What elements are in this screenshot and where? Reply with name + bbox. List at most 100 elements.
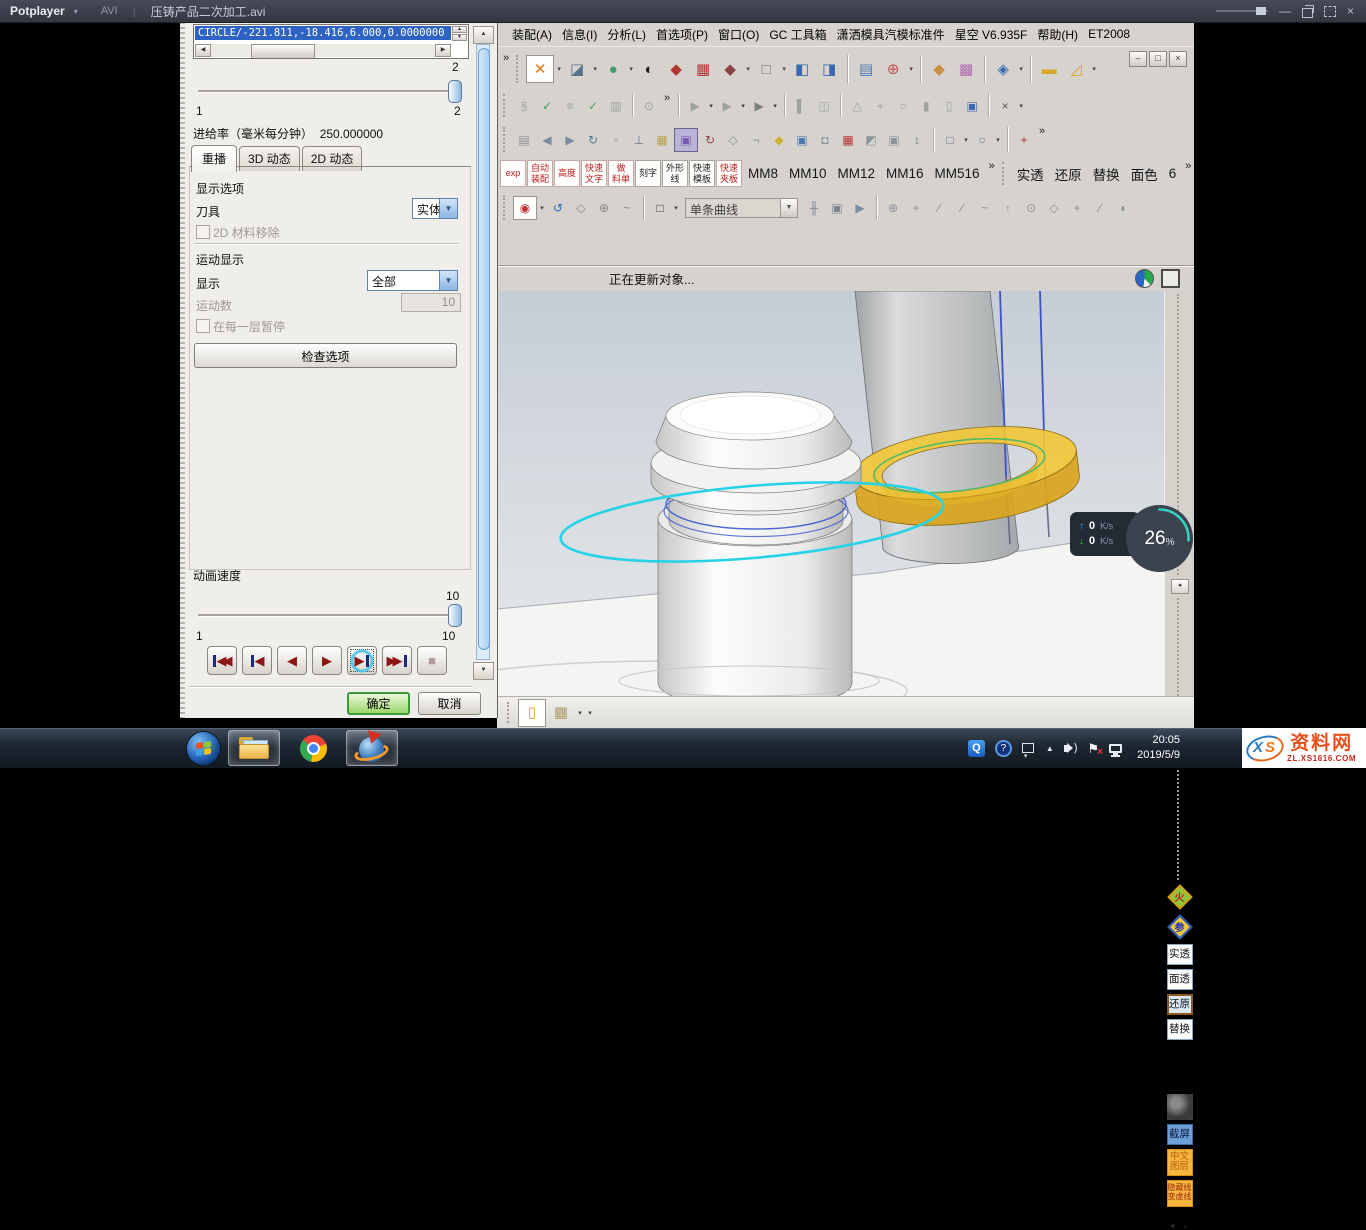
mm8-button[interactable]: MM8 xyxy=(743,166,783,181)
bounded-box-icon[interactable]: ▣ xyxy=(674,128,698,152)
rotate-view-icon[interactable]: ↻ xyxy=(582,129,604,151)
dialog-scrollbar-thumb[interactable] xyxy=(478,48,490,650)
restore-icon[interactable] xyxy=(1302,8,1313,18)
restore-side-button[interactable]: 还原 xyxy=(1167,994,1193,1015)
books-icon[interactable]: ▥ xyxy=(605,95,627,117)
jug-icon[interactable]: ◘ xyxy=(814,129,836,151)
verify-wrench-icon[interactable]: ✓ xyxy=(582,95,604,117)
snap-slash-icon[interactable]: ∕ xyxy=(1089,197,1111,219)
gauge-pair-icon[interactable]: ▌ xyxy=(790,95,812,117)
red-box-icon[interactable]: ▦ xyxy=(837,129,859,151)
menu-item[interactable]: 帮助(H) xyxy=(1032,24,1083,45)
dialog-scroll-down-icon[interactable]: ▼ xyxy=(473,662,494,680)
overflow-chevron[interactable]: » xyxy=(1039,122,1045,137)
funnel-out-icon[interactable]: ▶ xyxy=(716,95,738,117)
engrave-button[interactable]: 刻字 xyxy=(635,160,661,187)
operation-list-icon[interactable]: ≡ xyxy=(559,95,581,117)
selection-scope-combo[interactable]: 单条曲线▼ xyxy=(685,198,798,218)
volume-slider[interactable] xyxy=(1216,10,1268,12)
dropdown-arrow-icon[interactable]: ▾ xyxy=(771,102,779,110)
dropdown-arrow-icon[interactable]: ▾ xyxy=(586,709,594,717)
snap-circle-icon[interactable]: ⊙ xyxy=(1020,197,1042,219)
mm10-button[interactable]: MM10 xyxy=(784,166,832,181)
part-navigator-icon[interactable]: ▯ xyxy=(518,699,546,727)
overflow-chevron[interactable]: » xyxy=(1185,157,1191,172)
gauge-box-icon[interactable]: ◫ xyxy=(813,95,835,117)
viewport-3d[interactable] xyxy=(497,291,1164,696)
close-icon[interactable]: × xyxy=(1347,5,1354,17)
snap-center-icon[interactable]: ⊕ xyxy=(882,197,904,219)
csys-axes-icon[interactable]: ⊕ xyxy=(880,56,906,82)
auto-assembly-button[interactable]: 自动 装配 xyxy=(527,160,553,187)
dropdown-arrow-icon[interactable]: ▾ xyxy=(744,65,752,73)
fullscreen-icon[interactable] xyxy=(1324,6,1336,17)
chevron-down-icon[interactable]: ▾ xyxy=(74,7,78,16)
delete-icon[interactable]: × xyxy=(994,95,1016,117)
funnel-in-icon[interactable]: ▶ xyxy=(684,95,706,117)
snap-line2-icon[interactable]: ∕ xyxy=(951,197,973,219)
solid-translucent-side-button[interactable]: 实透 xyxy=(1167,944,1193,965)
step-back-button[interactable]: ◀ xyxy=(242,646,272,675)
taskbar-explorer-button[interactable] xyxy=(228,730,280,766)
gcode-selected-row[interactable]: CIRCLE/-221.811,-18.416,6.000,0.0000000 xyxy=(195,26,451,40)
gray-solid-icon[interactable]: ◇ xyxy=(570,197,592,219)
volume-tray-icon[interactable]: ) xyxy=(1064,742,1078,754)
video-area[interactable]: CIRCLE/-221.811,-18.416,6.000,0.0000000 … xyxy=(0,22,1366,728)
loop-icon[interactable]: ○ xyxy=(892,95,914,117)
outline-button[interactable]: 外形 线 xyxy=(662,160,688,187)
book-right-icon[interactable]: ◨ xyxy=(816,56,842,82)
eraser-icon[interactable]: ◆ xyxy=(768,129,790,151)
menu-item[interactable]: ET2008 xyxy=(1083,25,1135,43)
check-options-button[interactable]: 检查选项 xyxy=(194,343,457,368)
download-progress-circle[interactable]: 26 % xyxy=(1126,505,1193,572)
screenshot-button[interactable]: 截屏 xyxy=(1167,1124,1193,1145)
angle-ruler-icon[interactable]: ◿ xyxy=(1063,56,1089,82)
box-updown-icon[interactable]: ↕ xyxy=(906,129,928,151)
restore-button[interactable]: 还原 xyxy=(1050,164,1087,184)
pause-each-level-checkbox[interactable] xyxy=(196,319,210,333)
dropdown-arrow-icon[interactable]: ▾ xyxy=(994,136,1002,144)
robot-arm-icon[interactable]: ⊙ xyxy=(638,95,660,117)
sidebar-collapse-arrow[interactable]: ◂ xyxy=(1171,579,1189,594)
desktop-window-icon[interactable] xyxy=(1022,743,1034,753)
sheet-list-icon[interactable]: ▤ xyxy=(853,56,879,82)
menu-item[interactable]: 分析(L) xyxy=(602,24,651,45)
show-dropdown[interactable]: 全部 ▼ xyxy=(367,270,458,291)
pin-box2-icon[interactable]: ◆ xyxy=(717,56,743,82)
menu-item[interactable]: 窗口(O) xyxy=(713,24,764,45)
menu-item[interactable]: 装配(A) xyxy=(507,24,557,45)
mm516-button[interactable]: MM516 xyxy=(930,166,985,181)
ok-button[interactable]: 确定 xyxy=(347,692,410,715)
go-arrow-icon[interactable]: ▶ xyxy=(849,197,871,219)
view-arrow-icon[interactable]: ◈ xyxy=(990,56,1016,82)
blank-view-icon[interactable]: □ xyxy=(753,56,779,82)
snap-diamond-icon[interactable]: ◇ xyxy=(1043,197,1065,219)
dropdown-arrow-icon[interactable]: ▾ xyxy=(538,204,546,212)
quick-text-button[interactable]: 快速 文字 xyxy=(581,160,607,187)
chinese-layer-button[interactable]: 中文图层 xyxy=(1167,1149,1193,1176)
menu-item[interactable]: 首选项(P) xyxy=(651,24,713,45)
start-button[interactable] xyxy=(186,731,221,766)
snapshot-icon[interactable]: ▫ xyxy=(605,129,627,151)
dropdown-arrow-icon[interactable]: ▾ xyxy=(576,709,584,717)
spin-up-icon[interactable]: ▲ xyxy=(452,26,467,33)
wcs-icon[interactable]: + xyxy=(1013,129,1035,151)
play-forward-button[interactable]: ▶ xyxy=(312,646,342,675)
undo-swoosh-icon[interactable]: ↺ xyxy=(547,197,569,219)
qq-tray-icon[interactable]: Q xyxy=(968,740,985,757)
layer-stack-icon[interactable]: ▤ xyxy=(513,129,535,151)
menu-item[interactable]: GC 工具箱 xyxy=(764,24,831,45)
progress-slider-handle[interactable] xyxy=(448,80,462,103)
stop-button[interactable]: ■ xyxy=(417,646,447,675)
go-to-end-button[interactable]: ▶▶ xyxy=(382,646,412,675)
shaded-view-icon[interactable]: ◪ xyxy=(564,56,590,82)
network-tray-icon[interactable] xyxy=(1109,744,1122,753)
hook-icon[interactable]: ↻ xyxy=(699,129,721,151)
dropdown-arrow-icon[interactable]: ▾ xyxy=(707,102,715,110)
six-button[interactable]: 6 xyxy=(1164,166,1182,181)
mm16-button[interactable]: MM16 xyxy=(881,166,929,181)
snap-settings-icon[interactable]: ▣ xyxy=(826,197,848,219)
ruler-icon[interactable]: ▬ xyxy=(1036,56,1062,82)
fence-snap-icon[interactable]: ╫ xyxy=(803,197,825,219)
wire-cube-icon[interactable]: ▦ xyxy=(690,56,716,82)
